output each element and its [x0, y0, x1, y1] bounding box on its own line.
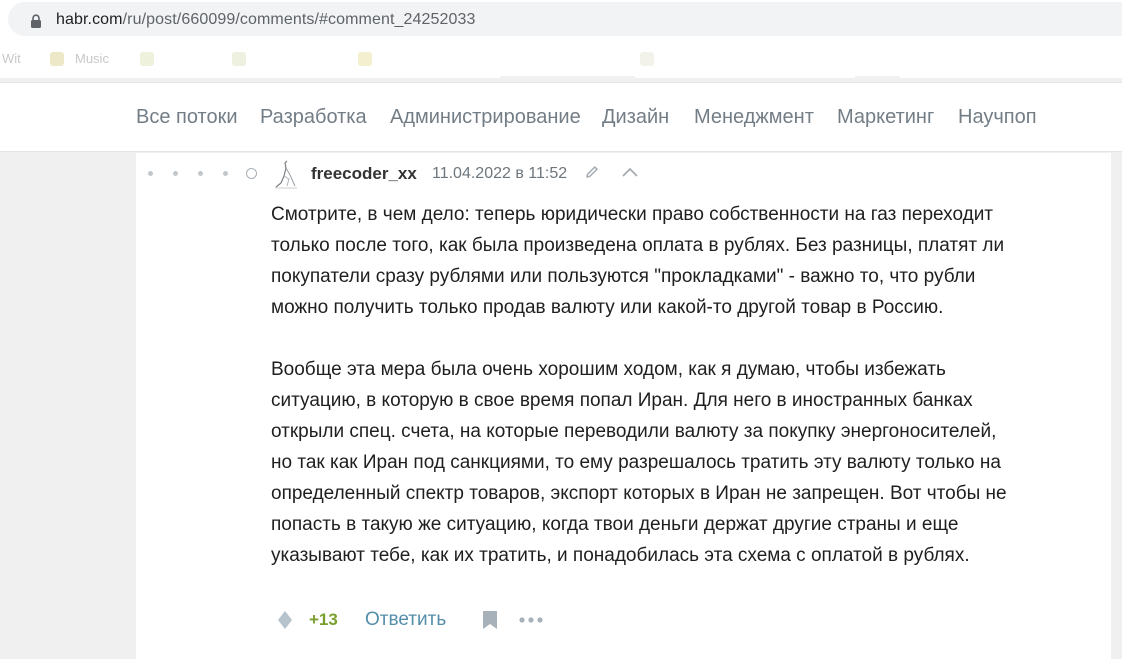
url-host: habr.com: [56, 11, 123, 28]
comment-text-line: ситуацию, в которую в свое время попал И…: [271, 390, 973, 411]
comment-body: Смотрите, в чем дело: теперь юридически …: [271, 199, 1111, 571]
chevron-up-icon[interactable]: [621, 166, 639, 178]
comment-text-line: открыли спец. счета, на которые переводи…: [271, 421, 997, 442]
comment-timestamp[interactable]: 11.04.2022 в 11:52: [432, 165, 567, 183]
comment-text-line: только после того, как была произведена …: [271, 235, 1005, 256]
nav-popsci[interactable]: Научпоп: [958, 106, 1037, 129]
bookmark-folder-icon: [140, 52, 154, 66]
comment-text-line: можно получить только продав валюту или …: [271, 297, 944, 318]
thread-level-dot[interactable]: [223, 171, 228, 176]
comment-text-line: но так как Иран под санкциями, то ему ра…: [271, 452, 1001, 473]
avatar[interactable]: [273, 159, 299, 189]
nav-all-streams[interactable]: Все потоки: [136, 106, 238, 129]
more-options-icon[interactable]: [519, 616, 543, 624]
comment-text-line: покупатели сразу рублями или пользуются …: [271, 266, 976, 287]
comment-score: +13: [309, 610, 338, 629]
nav-administration[interactable]: Администрирование: [390, 106, 581, 129]
comment-author[interactable]: freecoder_xx: [311, 164, 417, 184]
omnibox[interactable]: habr.com/ru/post/660099/comments/#commen…: [8, 2, 1122, 36]
thread-level-dot[interactable]: [173, 171, 178, 176]
vote-icon[interactable]: [278, 611, 292, 629]
habr-nav: Все потоки Разработка Администрирование …: [0, 82, 1122, 152]
thread-level-dot[interactable]: [198, 171, 203, 176]
reply-button[interactable]: Ответить: [365, 609, 446, 631]
thread-level-dot[interactable]: [148, 171, 153, 176]
nav-design[interactable]: Дизайн: [602, 106, 669, 129]
divider: [500, 76, 635, 78]
browser-address-bar: habr.com/ru/post/660099/comments/#commen…: [0, 0, 1122, 40]
comment-text-line: Вообще эта мера была очень хорошим ходом…: [271, 359, 946, 380]
bookmark-folder-icon: [640, 52, 654, 66]
comment-text-line: попасть в такую же ситуацию, когда твои …: [271, 514, 959, 535]
bookmark-folder-icon: [232, 52, 246, 66]
lock-icon[interactable]: [30, 14, 42, 28]
bookmarks-bar: Wit Music: [0, 40, 1122, 78]
comment-text-line: Смотрите, в чем дело: теперь юридически …: [271, 204, 994, 225]
url-text[interactable]: habr.com/ru/post/660099/comments/#commen…: [56, 11, 476, 29]
bookmark-item[interactable]: Music: [75, 51, 109, 66]
thread-current-level-ring[interactable]: [246, 168, 257, 179]
url-path: /ru/post/660099/comments/#comment_242520…: [122, 11, 476, 28]
bookmark-item[interactable]: Wit: [2, 51, 21, 66]
nav-development[interactable]: Разработка: [260, 106, 367, 129]
divider: [855, 76, 900, 78]
pencil-icon[interactable]: [584, 164, 600, 180]
nav-marketing[interactable]: Маркетинг: [837, 106, 934, 129]
bookmark-folder-icon: [358, 52, 372, 66]
bookmark-icon[interactable]: [482, 610, 498, 630]
nav-management[interactable]: Менеджмент: [694, 106, 814, 129]
comment-actions: +13 Ответить: [271, 604, 871, 636]
comment-text-line: указывают тебе, как их тратить, и понадо…: [271, 545, 970, 566]
bookmark-folder-icon: [50, 52, 64, 66]
comment-text-line: определенный спектр товаров, экспорт кот…: [271, 483, 1007, 504]
